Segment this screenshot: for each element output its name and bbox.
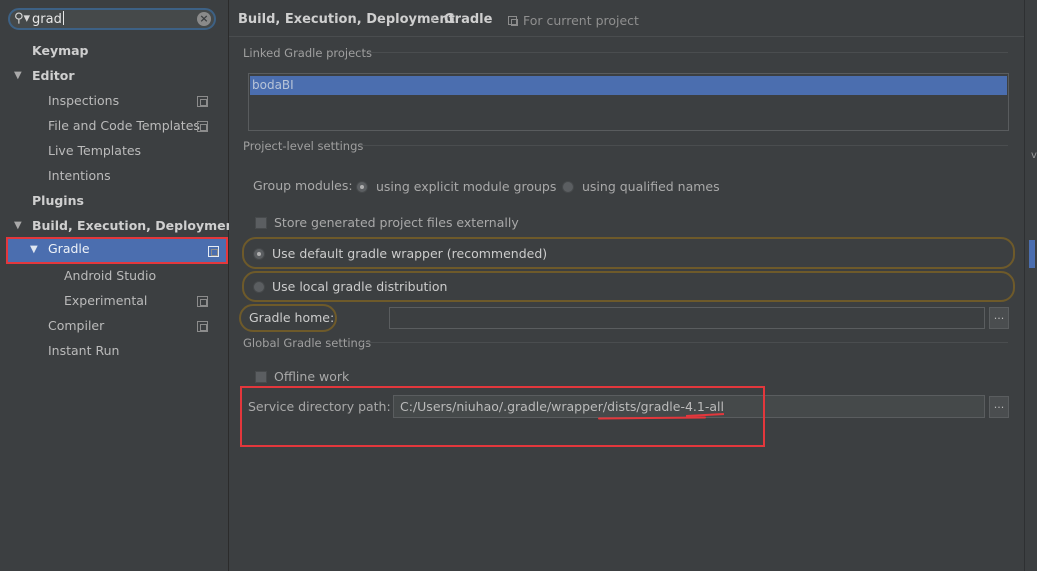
offline-work-checkbox[interactable]: [255, 371, 267, 383]
radio-local-distribution[interactable]: [253, 281, 265, 293]
section-divider: [368, 52, 1008, 53]
project-level-title: Project-level settings: [243, 139, 364, 153]
expand-arrow-icon[interactable]: ▼: [14, 70, 22, 81]
default-wrapper-label[interactable]: Use default gradle wrapper (recommended): [272, 246, 547, 261]
tree-item-label: Experimental: [64, 293, 148, 308]
tree-item-file-templates[interactable]: File and Code Templates: [48, 115, 218, 137]
tree-item-android-studio[interactable]: Android Studio: [64, 265, 156, 287]
breadcrumb-section: Build, Execution, Deployment: [238, 12, 455, 27]
tree-item-label: File and Code Templates: [48, 118, 200, 133]
breadcrumb-page: Gradle: [444, 12, 493, 27]
browse-gradle-home-button[interactable]: ...: [989, 307, 1009, 329]
search-field[interactable]: ⚲▾ grad ×: [8, 8, 216, 30]
scrollbar[interactable]: v: [1024, 0, 1037, 571]
annotation-highlight-box: [6, 237, 228, 264]
section-divider: [360, 145, 1008, 146]
linked-projects-title: Linked Gradle projects: [243, 46, 372, 60]
tree-item-editor[interactable]: Editor: [32, 65, 75, 87]
tree-item-live-templates[interactable]: Live Templates: [48, 140, 141, 162]
tree-item-instant-run[interactable]: Instant Run: [48, 340, 119, 362]
linked-projects-list[interactable]: bodaBI: [248, 73, 1009, 131]
search-input[interactable]: grad: [32, 11, 64, 27]
list-item[interactable]: bodaBI: [250, 76, 1007, 95]
offline-work-label[interactable]: Offline work: [274, 369, 349, 384]
local-distribution-label[interactable]: Use local gradle distribution: [272, 279, 447, 294]
project-scope-note: For current project: [508, 13, 639, 28]
project-scope-icon: [508, 16, 518, 26]
radio-explicit-groups[interactable]: [356, 181, 368, 193]
project-scope-icon: [197, 321, 208, 332]
tree-item-label: Inspections: [48, 93, 120, 108]
tree-item-inspections[interactable]: Inspections: [48, 90, 218, 112]
group-modules-label: Group modules:: [253, 178, 353, 193]
radio-qualified-names-label[interactable]: using qualified names: [582, 179, 720, 194]
tree-item-keymap[interactable]: Keymap: [32, 40, 89, 62]
project-scope-icon: [197, 121, 208, 132]
settings-tree-sidebar: ⚲▾ grad × Keymap ▼ Editor Inspections Fi…: [0, 0, 240, 571]
header-divider: [229, 36, 1024, 37]
browse-service-dir-button[interactable]: ...: [989, 396, 1009, 418]
gradle-home-input[interactable]: [389, 307, 985, 329]
tree-item-label: Compiler: [48, 318, 105, 333]
search-icon[interactable]: ⚲▾: [14, 11, 30, 26]
radio-qualified-names[interactable]: [562, 181, 574, 193]
scrollbar-mark: v: [1031, 150, 1037, 161]
clear-search-icon[interactable]: ×: [197, 12, 211, 26]
tree-item-compiler[interactable]: Compiler: [48, 315, 218, 337]
scrollbar-thumb[interactable]: [1029, 240, 1035, 268]
tree-item-experimental[interactable]: Experimental: [64, 290, 218, 312]
project-scope-icon: [197, 296, 208, 307]
radio-default-wrapper[interactable]: [253, 248, 265, 260]
store-externally-checkbox[interactable]: [255, 217, 267, 229]
store-externally-label[interactable]: Store generated project files externally: [274, 215, 519, 230]
gradle-home-label: Gradle home:: [249, 310, 335, 325]
project-scope-icon: [197, 96, 208, 107]
expand-arrow-icon[interactable]: ▼: [14, 220, 22, 231]
tree-item-intentions[interactable]: Intentions: [48, 165, 111, 187]
breadcrumb-separator: ›: [430, 12, 436, 27]
global-settings-title: Global Gradle settings: [243, 336, 372, 350]
radio-explicit-groups-label[interactable]: using explicit module groups: [376, 179, 556, 194]
section-divider: [362, 342, 1008, 343]
tree-item-build[interactable]: Build, Execution, Deployment: [32, 215, 240, 237]
tree-item-plugins[interactable]: Plugins: [32, 190, 84, 212]
